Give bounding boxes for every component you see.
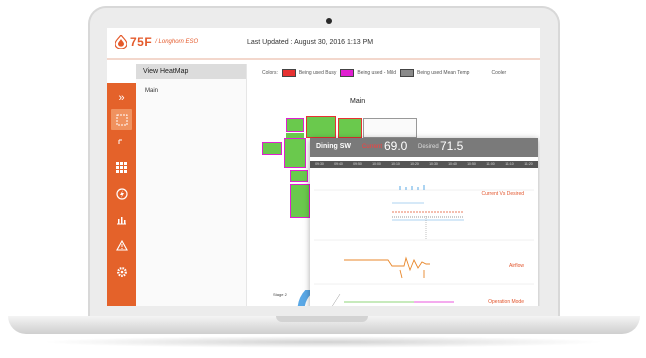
room-zone[interactable] (286, 118, 304, 132)
time-tick: 10:50 (467, 162, 476, 166)
legend-label: Being used Mean Temp (417, 70, 470, 76)
logo-text: 75F (130, 35, 153, 49)
power-icon[interactable] (111, 183, 132, 204)
room-zone[interactable] (290, 170, 308, 182)
legend-prefix: Colors (262, 70, 277, 76)
time-tick: 10:30 (429, 162, 438, 166)
legend: Colors: Being used Busy Being used - Mil… (262, 69, 507, 77)
time-tick: 10:00 (372, 162, 381, 166)
legend-swatch-red (281, 69, 296, 77)
airflow-chart (314, 256, 534, 285)
app-screen: 75F / Longhorn ESO Last Updated : August… (107, 28, 540, 306)
time-tick: 10:20 (410, 162, 419, 166)
room-zone[interactable] (284, 138, 306, 168)
popup-header: Dining SW Current 69.0 Desired 71.5 (310, 138, 538, 157)
gear-icon[interactable] (111, 261, 132, 282)
zone-name: Dining SW (316, 143, 351, 150)
current-value: 69.0 (384, 139, 408, 153)
logo-subtitle: / Longhorn ESO (155, 39, 199, 45)
chart-title: Operation Mode (488, 299, 524, 305)
room-zone-unassigned (363, 118, 417, 138)
stage-label: Stage 2 (273, 292, 287, 297)
legend-swatch-magenta (340, 69, 355, 77)
room-zone[interactable] (306, 116, 336, 138)
camera-icon (326, 18, 332, 24)
time-tick: 11:20 (524, 162, 533, 166)
legend-item: Being used Busy (281, 69, 337, 77)
time-axis: 09:30 09:40 09:50 10:00 10:10 10:20 10:3… (310, 161, 538, 168)
legend-label: Being used - Mild (357, 70, 397, 76)
panel-title: View HeatMap (136, 64, 246, 79)
time-tick: 09:40 (334, 162, 343, 166)
room-zone[interactable] (290, 184, 310, 218)
current-label: Current (362, 144, 383, 150)
map-title: Main (350, 98, 366, 105)
time-tick: 09:50 (353, 162, 362, 166)
laptop-notch (276, 316, 368, 322)
logo: 75F / Longhorn ESO (115, 35, 198, 49)
left-nav: » (107, 83, 136, 306)
bracket-icon[interactable] (111, 133, 132, 154)
desired-label: Desired (418, 144, 439, 150)
chart-title: Current Vs Desired (481, 191, 524, 197)
time-tick: 11:10 (505, 162, 514, 166)
expand-nav-icon[interactable]: » (111, 87, 132, 108)
floorplan-icon[interactable] (111, 109, 132, 130)
tree-item-main[interactable]: Main (145, 88, 158, 94)
zone-detail-popup: Dining SW Current 69.0 Desired 71.5 09:3… (310, 138, 538, 306)
legend-item: Being used Mean Temp (400, 69, 469, 77)
legend-label: Being used Busy (298, 70, 337, 76)
legend-item: Being used - Mild (340, 69, 396, 77)
tree-panel (136, 64, 247, 306)
legend-swatch-grey (400, 69, 415, 77)
bar-chart-icon[interactable] (111, 209, 132, 230)
room-zone[interactable] (338, 118, 362, 138)
app-header: 75F / Longhorn ESO Last Updated : August… (107, 28, 540, 59)
legend-extra: Cooler (491, 70, 507, 76)
last-updated: Last Updated : August 30, 2016 1:13 PM (247, 39, 374, 46)
desired-value: 71.5 (440, 139, 464, 153)
time-tick: 09:30 (315, 162, 324, 166)
time-tick: 10:40 (448, 162, 457, 166)
time-tick: 10:10 (391, 162, 400, 166)
grid-icon[interactable] (111, 157, 132, 178)
chart-title: Airflow (508, 263, 524, 269)
laptop-shadow (40, 336, 606, 348)
flame-logo-icon (115, 35, 127, 49)
room-zone[interactable] (262, 142, 282, 155)
warning-icon[interactable] (111, 235, 132, 256)
current-vs-desired-chart (314, 185, 534, 241)
time-tick: 11:00 (486, 162, 495, 166)
